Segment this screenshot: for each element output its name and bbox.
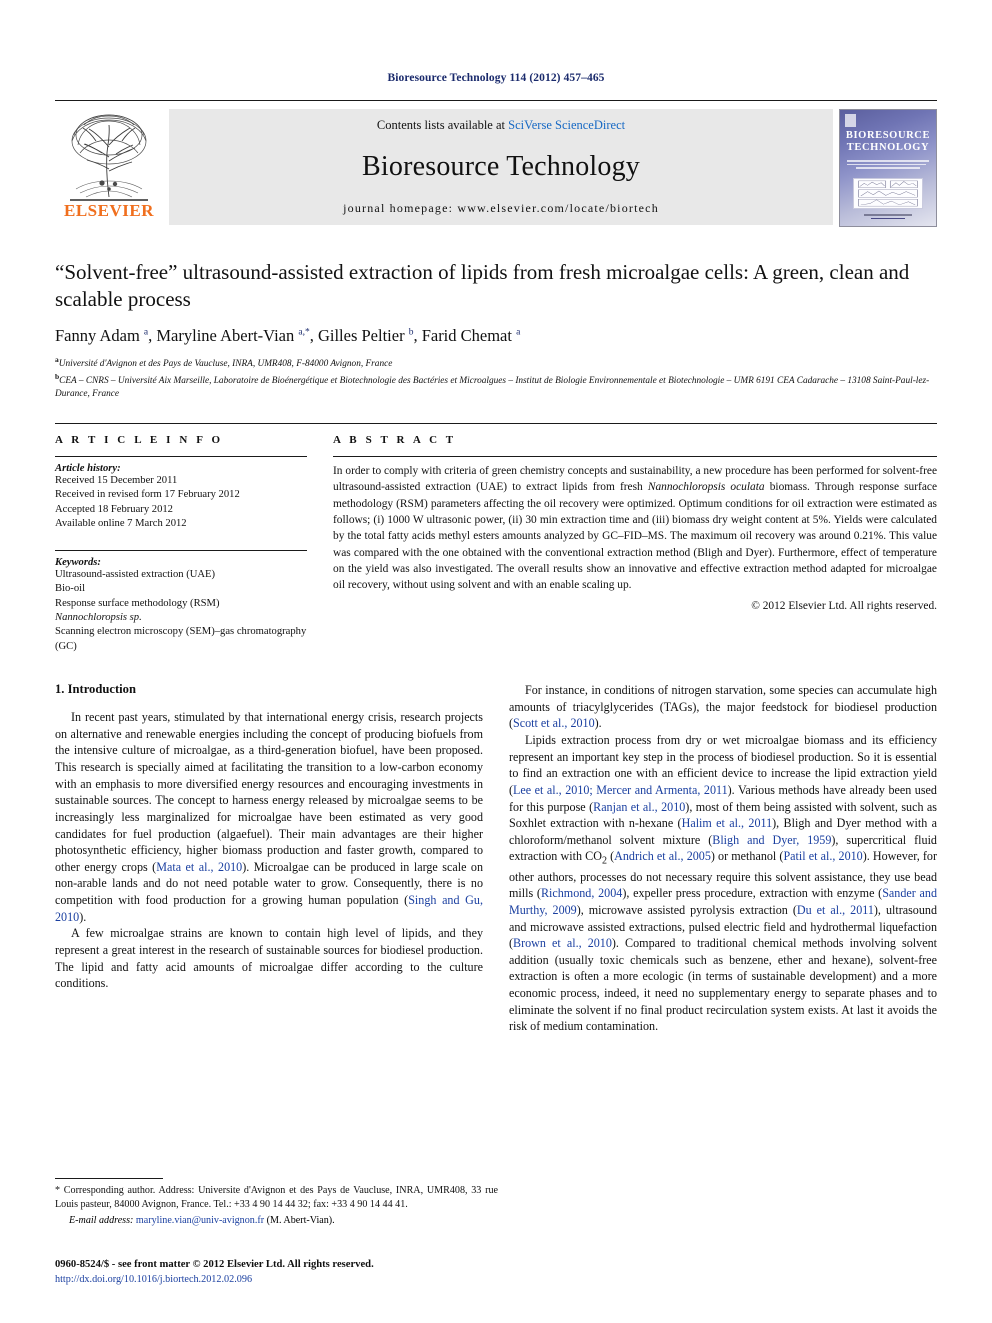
- page-footer: 0960-8524/$ - see front matter © 2012 El…: [55, 1258, 555, 1287]
- cover-journal-title: BIORESOURCE TECHNOLOGY: [845, 130, 931, 153]
- masthead-center-panel: Contents lists available at SciVerse Sci…: [169, 109, 833, 225]
- affiliation-a: aUniversité d'Avignon et des Pays de Vau…: [55, 355, 937, 371]
- elsevier-logo: ELSEVIER: [55, 109, 163, 225]
- cover-blurb-lines: [847, 160, 929, 173]
- affiliation-b-text: CEA – CNRS – Université Aix Marseille, L…: [55, 375, 930, 399]
- journal-homepage-link[interactable]: journal homepage: www.elsevier.com/locat…: [343, 201, 659, 216]
- left-column-paragraphs: In recent past years, stimulated by that…: [55, 709, 483, 992]
- section-title-introduction: 1. Introduction: [55, 682, 136, 697]
- email-owner: (M. Abert-Vian).: [266, 1215, 335, 1227]
- article-history-item: Received 15 December 2011: [55, 475, 178, 487]
- cover-figure-panel: [853, 178, 923, 209]
- abstract-text: In order to comply with criteria of gree…: [333, 465, 938, 592]
- article-history-label: Article history:: [55, 463, 121, 475]
- contents-available-line: Contents lists available at SciVerse Sci…: [377, 118, 625, 133]
- cover-figure-icon: [858, 180, 918, 207]
- email-label: E-mail address:: [69, 1215, 134, 1227]
- body-paragraph: In recent past years, stimulated by that…: [55, 710, 484, 924]
- article-history-list: Received 15 December 2011 Received in rev…: [55, 474, 307, 532]
- elsevier-tree-icon: [70, 114, 148, 201]
- info-abstract-row: A R T I C L E I N F O Article history: R…: [55, 423, 937, 654]
- body-columns: 1. Introduction In recent past years, st…: [55, 682, 937, 1035]
- body-right-column: For instance, in conditions of nitrogen …: [509, 682, 937, 1035]
- article-info-rule: [55, 456, 307, 458]
- keywords-rule: [55, 549, 307, 551]
- keywords-label: Keywords:: [55, 556, 101, 568]
- body-left-column: 1. Introduction In recent past years, st…: [55, 682, 483, 1035]
- keyword-item: Scanning electron microscopy (SEM)–gas c…: [55, 626, 307, 652]
- email-link[interactable]: maryline.vian@univ-avignon.fr: [136, 1215, 264, 1226]
- issn-copyright-line: 0960-8524/$ - see front matter © 2012 El…: [55, 1259, 374, 1270]
- elsevier-wordmark: ELSEVIER: [64, 201, 154, 220]
- keyword-item: Response surface methodology (RSM): [55, 597, 220, 609]
- abstract-rule: [333, 456, 937, 458]
- contents-prefix-text: Contents lists available at: [376, 118, 509, 132]
- journal-title: Bioresource Technology: [362, 151, 640, 182]
- body-paragraph: A few microalgae strains are known to co…: [55, 926, 483, 991]
- paper-title: “Solvent-free” ultrasound-assisted extra…: [55, 260, 910, 311]
- body-paragraph: For instance, in conditions of nitrogen …: [509, 683, 937, 731]
- abstract-copyright: © 2012 Elsevier Ltd. All rights reserved…: [751, 600, 937, 613]
- footnote-area: * Corresponding author. Address: Univers…: [55, 1178, 498, 1237]
- abstract-heading: A B S T R A C T: [333, 434, 457, 447]
- affiliation-b: bCEA – CNRS – Université Aix Marseille, …: [55, 372, 937, 401]
- right-column-paragraphs: For instance, in conditions of nitrogen …: [509, 682, 937, 1035]
- abstract-column: A B S T R A C T In order to comply with …: [333, 434, 937, 654]
- title-block: “Solvent-free” ultrasound-assisted extra…: [55, 259, 937, 401]
- article-info-column: A R T I C L E I N F O Article history: R…: [55, 434, 307, 654]
- sciencedirect-link[interactable]: SciVerse ScienceDirect: [508, 118, 625, 132]
- paper-page: Bioresource Technology 114 (2012) 457–46…: [0, 0, 992, 1323]
- keyword-item: Nannochloropsis sp.: [55, 611, 142, 623]
- cover-elsevier-mark-icon: [845, 114, 856, 127]
- corresponding-author-note: * Corresponding author. Address: Univers…: [55, 1185, 498, 1210]
- keywords-list: Ultrasound-assisted extraction (UAE) Bio-…: [55, 568, 307, 654]
- doi-link[interactable]: http://dx.doi.org/10.1016/j.biortech.201…: [55, 1273, 555, 1287]
- email-note: E-mail address: maryline.vian@univ-avign…: [55, 1215, 498, 1226]
- author-list: Fanny Adam a, Maryline Abert-Vian a,*, G…: [55, 326, 521, 346]
- body-paragraph: Lipids extraction process from dry or we…: [509, 733, 938, 1034]
- article-info-heading: A R T I C L E I N F O: [55, 434, 224, 447]
- article-history-item: Accepted 18 February 2012: [55, 503, 173, 515]
- footnote-rule: [55, 1178, 163, 1179]
- article-history-item: Available online 7 March 2012: [55, 518, 187, 530]
- article-history-item: Received in revised form 17 February 201…: [55, 489, 240, 501]
- running-head: Bioresource Technology 114 (2012) 457–46…: [387, 72, 605, 84]
- keyword-item: Ultrasound-assisted extraction (UAE): [55, 568, 216, 580]
- cover-footer-lines: [850, 214, 926, 221]
- keyword-item: Bio-oil: [55, 583, 86, 595]
- journal-cover-thumbnail: BIORESOURCE TECHNOLOGY: [839, 109, 937, 227]
- journal-masthead: ELSEVIER Contents lists available at Sci…: [55, 100, 937, 227]
- affiliation-a-text: Université d'Avignon et des Pays de Vauc…: [58, 359, 393, 370]
